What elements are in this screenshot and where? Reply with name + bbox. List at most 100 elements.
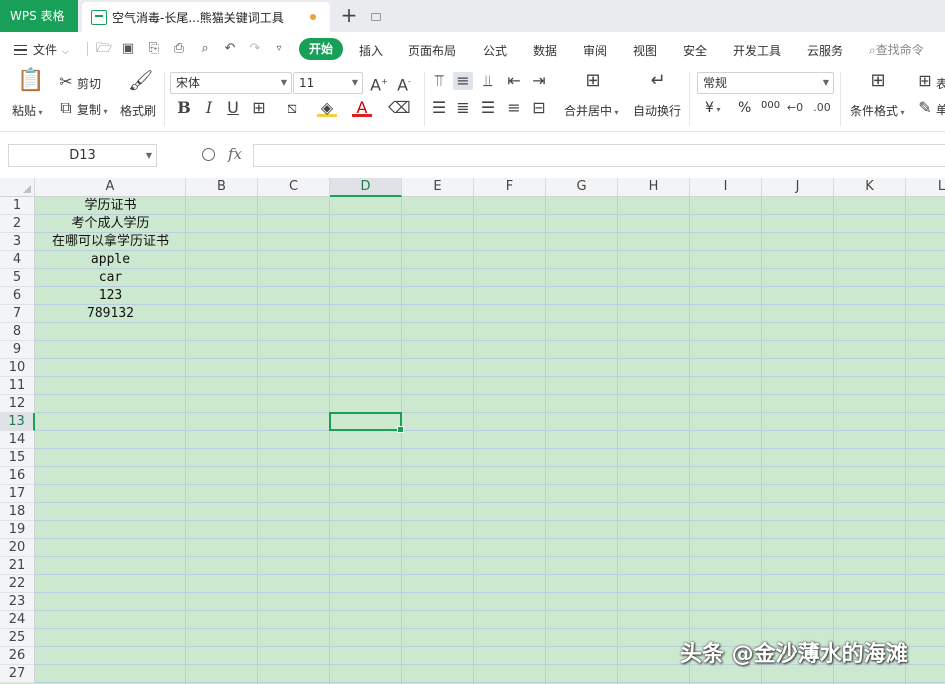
export-icon[interactable]: ⎘	[145, 40, 163, 58]
tab-start[interactable]: 开始	[299, 38, 343, 60]
align-bottom-icon[interactable]: ⫫	[478, 72, 498, 90]
cut-icon[interactable]: ✂	[56, 73, 76, 91]
fill-pattern-icon[interactable]: ⧅	[282, 99, 302, 117]
row-header-10[interactable]: 10	[0, 359, 35, 377]
row-header-15[interactable]: 15	[0, 449, 35, 467]
font-color-icon[interactable]: A	[352, 99, 372, 117]
decrease-indent-icon[interactable]: ⇤	[504, 72, 524, 90]
column-header-f[interactable]: F	[474, 178, 546, 197]
document-tab[interactable]: 空气消毒-长尾...熊猫关键词工具	[82, 2, 381, 32]
select-all-corner[interactable]	[0, 178, 35, 197]
wrap-text-icon[interactable]: ↵	[646, 72, 670, 90]
tab-data[interactable]: 数据	[533, 42, 557, 59]
increase-font-icon[interactable]: A+	[369, 73, 389, 94]
italic-icon[interactable]: I	[199, 99, 219, 117]
distributed-align-icon[interactable]: ⊟	[529, 99, 549, 117]
cell-a4[interactable]: apple	[35, 251, 186, 269]
row-header-23[interactable]: 23	[0, 593, 35, 611]
align-left-icon[interactable]: ☰	[429, 99, 449, 117]
row-header-26[interactable]: 26	[0, 647, 35, 665]
row-header-21[interactable]: 21	[0, 557, 35, 575]
row-header-1[interactable]: 1	[0, 197, 35, 215]
row-header-6[interactable]: 6	[0, 287, 35, 305]
save-icon[interactable]: ▣	[119, 40, 137, 58]
font-size-select[interactable]: 11 ▼	[293, 72, 363, 94]
cell-a3[interactable]: 在哪可以拿学历证书	[35, 233, 186, 251]
row-header-11[interactable]: 11	[0, 377, 35, 395]
justify-icon[interactable]: ≡	[504, 99, 524, 117]
row-header-7[interactable]: 7	[0, 305, 35, 323]
new-tab-plus-icon[interactable]: +	[338, 4, 360, 26]
file-menu[interactable]: 文件 ⌵	[14, 41, 69, 58]
tab-review[interactable]: 审阅	[583, 42, 607, 59]
row-header-14[interactable]: 14	[0, 431, 35, 449]
tab-cloud-services[interactable]: 云服务	[807, 42, 843, 59]
font-family-select[interactable]: 宋体 ▼	[170, 72, 292, 94]
borders-icon[interactable]: ⊞	[249, 99, 269, 117]
row-header-25[interactable]: 25	[0, 629, 35, 647]
tab-security[interactable]: 安全	[683, 42, 707, 59]
number-format-select[interactable]: 常规 ▼	[697, 72, 834, 94]
merge-center-icon[interactable]: ⊞	[581, 72, 605, 90]
tab-page-layout[interactable]: 页面布局	[408, 42, 456, 59]
column-header-k[interactable]: K	[834, 178, 906, 197]
clear-format-eraser-icon[interactable]: ⌫	[388, 99, 411, 117]
currency-format-button[interactable]: ¥ ▾	[705, 100, 720, 116]
align-center-icon[interactable]: ≣	[453, 99, 473, 117]
row-header-20[interactable]: 20	[0, 539, 35, 557]
name-box[interactable]: D13 ▼	[8, 144, 157, 167]
row-header-22[interactable]: 22	[0, 575, 35, 593]
thousands-separator-button[interactable]: 000	[761, 100, 780, 111]
screen-icon[interactable]	[371, 13, 381, 21]
customize-dropdown-icon[interactable]: ▿	[270, 40, 288, 58]
formula-input[interactable]	[253, 144, 945, 167]
row-header-3[interactable]: 3	[0, 233, 35, 251]
underline-icon[interactable]: U	[223, 99, 243, 117]
copy-button[interactable]: 复制 ▾	[77, 101, 108, 118]
cell-a2[interactable]: 考个成人学历	[35, 215, 186, 233]
cell-a1[interactable]: 学历证书	[35, 197, 186, 215]
zoom-magnifier-icon[interactable]	[202, 148, 215, 161]
column-header-e[interactable]: E	[402, 178, 474, 197]
fill-color-icon[interactable]: ◈	[317, 99, 337, 117]
row-header-27[interactable]: 27	[0, 665, 35, 683]
increase-decimal-icon[interactable]: ←0	[785, 99, 805, 117]
column-header-c[interactable]: C	[258, 178, 330, 197]
align-right-icon[interactable]: ☰	[478, 99, 498, 117]
column-header-g[interactable]: G	[546, 178, 618, 197]
row-header-13[interactable]: 13	[0, 413, 35, 431]
print-preview-icon[interactable]: ⌕	[196, 40, 214, 58]
decrease-decimal-icon[interactable]: .00	[812, 99, 832, 117]
insert-function-button[interactable]: fx	[228, 145, 242, 163]
selected-cell-outline[interactable]	[329, 412, 404, 433]
tab-insert[interactable]: 插入	[359, 42, 383, 59]
wrap-text-button[interactable]: 自动换行	[633, 102, 681, 119]
redo-icon[interactable]: ↷	[246, 40, 264, 58]
copy-icon[interactable]: ⧉	[56, 99, 76, 117]
row-header-24[interactable]: 24	[0, 611, 35, 629]
cell-style-icon[interactable]: ✎	[915, 99, 935, 117]
cell-a5[interactable]: car	[35, 269, 186, 287]
row-header-9[interactable]: 9	[0, 341, 35, 359]
open-folder-icon[interactable]: 🗁	[95, 40, 113, 58]
row-header-17[interactable]: 17	[0, 485, 35, 503]
spreadsheet-grid[interactable]: A B C D E F G H I J K L 1 2 3 4 5 6 7 8 9 10 11 12 13 14 15 16 17 18 1…	[0, 178, 945, 684]
row-header-2[interactable]: 2	[0, 215, 35, 233]
row-header-5[interactable]: 5	[0, 269, 35, 287]
paste-button[interactable]: 粘贴 ▾	[12, 102, 43, 119]
percent-format-button[interactable]: %	[738, 100, 751, 116]
format-painter-button[interactable]: 格式刷	[120, 102, 156, 119]
format-painter-icon[interactable]: 🖌	[128, 70, 153, 97]
tab-developer[interactable]: 开发工具	[733, 42, 781, 59]
print-icon[interactable]: ⎙	[170, 40, 188, 58]
row-header-12[interactable]: 12	[0, 395, 35, 413]
table-style-button[interactable]: 表	[936, 75, 945, 92]
paste-icon[interactable]: 📋	[17, 70, 44, 98]
column-header-a[interactable]: A	[35, 178, 186, 197]
column-header-b[interactable]: B	[186, 178, 258, 197]
merge-center-button[interactable]: 合并居中 ▾	[564, 102, 619, 119]
tab-view[interactable]: 视图	[633, 42, 657, 59]
conditional-format-icon[interactable]: ⊞	[866, 72, 890, 90]
decrease-font-icon[interactable]: A-	[394, 73, 414, 94]
column-header-d[interactable]: D	[330, 178, 402, 197]
